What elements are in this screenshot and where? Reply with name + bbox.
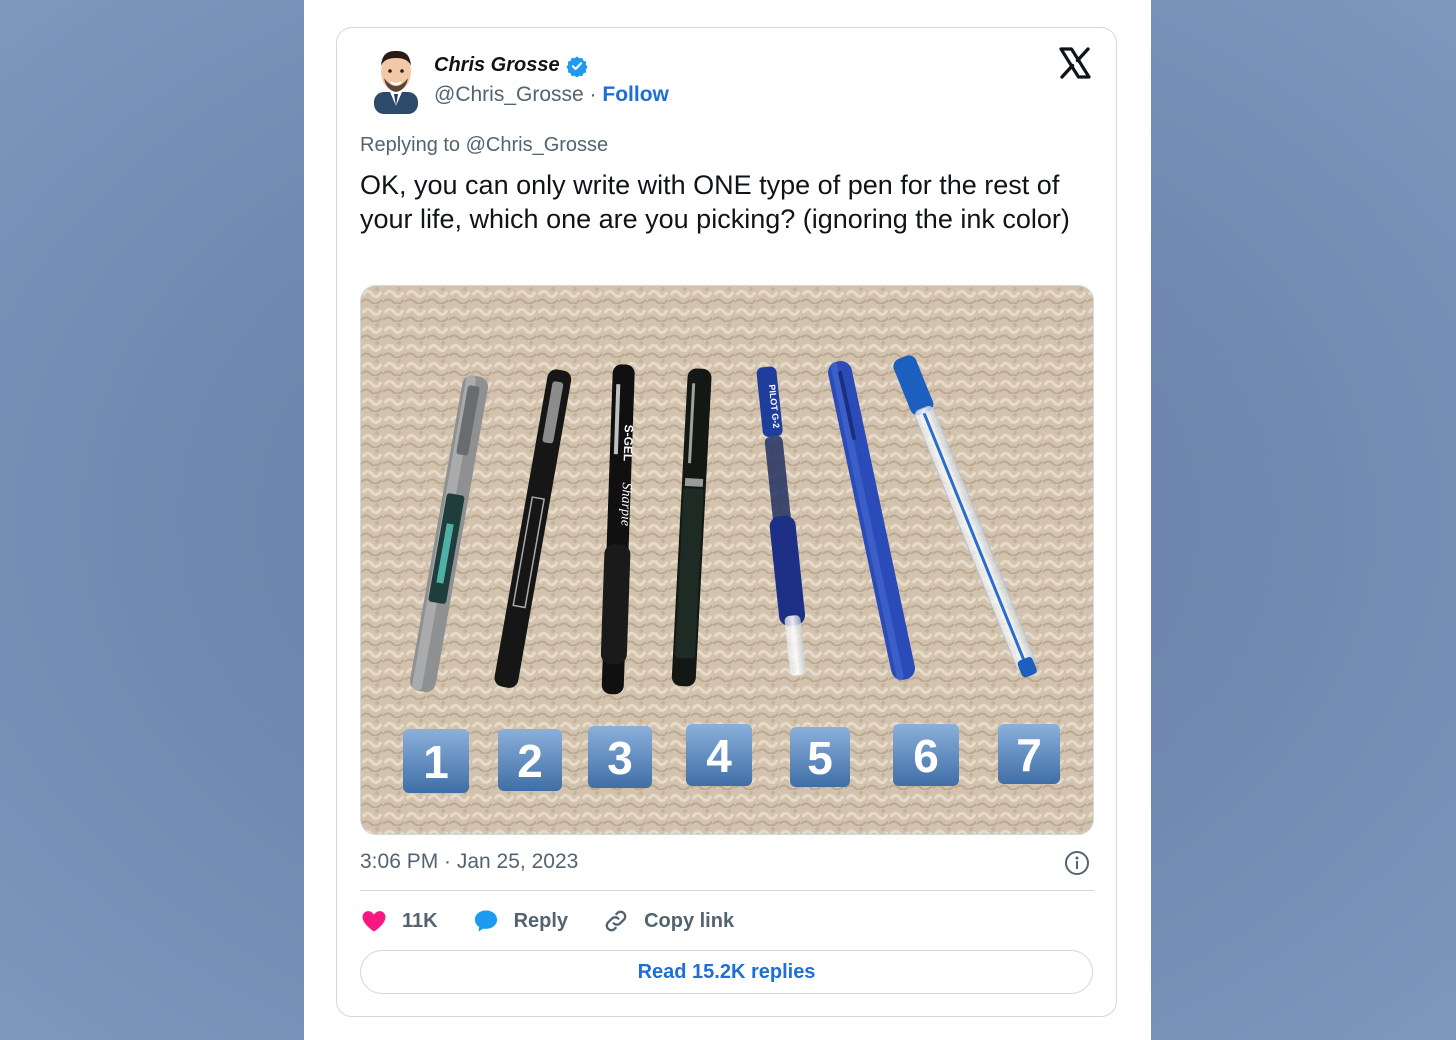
link-icon (605, 910, 627, 932)
badge-6: 6 (893, 724, 959, 786)
author-name[interactable]: Chris Grosse (434, 54, 560, 77)
badge-2: 2 (498, 729, 562, 791)
heart-icon (362, 911, 386, 932)
tweet-photo[interactable]: S-GEL Sharpie PILOT G-2 1 2 3 4 5 6 7 (360, 285, 1094, 835)
verified-badge-icon (565, 55, 588, 77)
badge-4-label: 4 (706, 730, 732, 782)
reply-bubble-icon (474, 910, 497, 932)
handle-row: @Chris_Grosse · Follow (434, 83, 669, 107)
action-bar: 11K Reply Copy link (360, 906, 768, 936)
badge-2-label: 2 (517, 735, 543, 787)
reply-button[interactable]: Reply (472, 907, 568, 935)
badge-3-label: 3 (607, 732, 633, 784)
tweet-timestamp[interactable]: 3:06 PM · Jan 25, 2023 (360, 850, 578, 874)
badge-5: 5 (790, 727, 850, 787)
pen-3-label-top: S-GEL (621, 424, 636, 461)
badge-7: 7 (998, 724, 1060, 784)
info-icon[interactable] (1064, 850, 1090, 876)
copy-link-label: Copy link (644, 909, 735, 932)
badge-4: 4 (686, 724, 752, 786)
divider (360, 890, 1094, 891)
x-logo-icon[interactable] (1058, 46, 1092, 80)
badge-6-label: 6 (913, 730, 939, 782)
badge-5-label: 5 (807, 732, 833, 784)
badge-7-label: 7 (1016, 729, 1042, 781)
badge-3: 3 (588, 726, 652, 788)
badge-1-label: 1 (423, 736, 449, 788)
author-handle[interactable]: @Chris_Grosse (434, 83, 584, 106)
replying-to[interactable]: Replying to @Chris_Grosse (360, 134, 608, 157)
read-replies-button[interactable]: Read 15.2K replies (360, 950, 1093, 994)
follow-button[interactable]: Follow (602, 83, 669, 106)
badge-1: 1 (403, 729, 469, 793)
separator-dot: · (589, 83, 597, 106)
pen-3-label-brand: Sharpie (617, 482, 634, 526)
reply-label: Reply (513, 909, 569, 932)
like-button[interactable]: 11K (360, 907, 438, 935)
like-count: 11K (402, 909, 438, 932)
tweet-text: OK, you can only write with ONE type of … (360, 170, 1070, 234)
avatar[interactable] (366, 44, 426, 114)
copy-link-button[interactable]: Copy link (602, 907, 734, 935)
author-name-row[interactable]: Chris Grosse (434, 54, 588, 77)
